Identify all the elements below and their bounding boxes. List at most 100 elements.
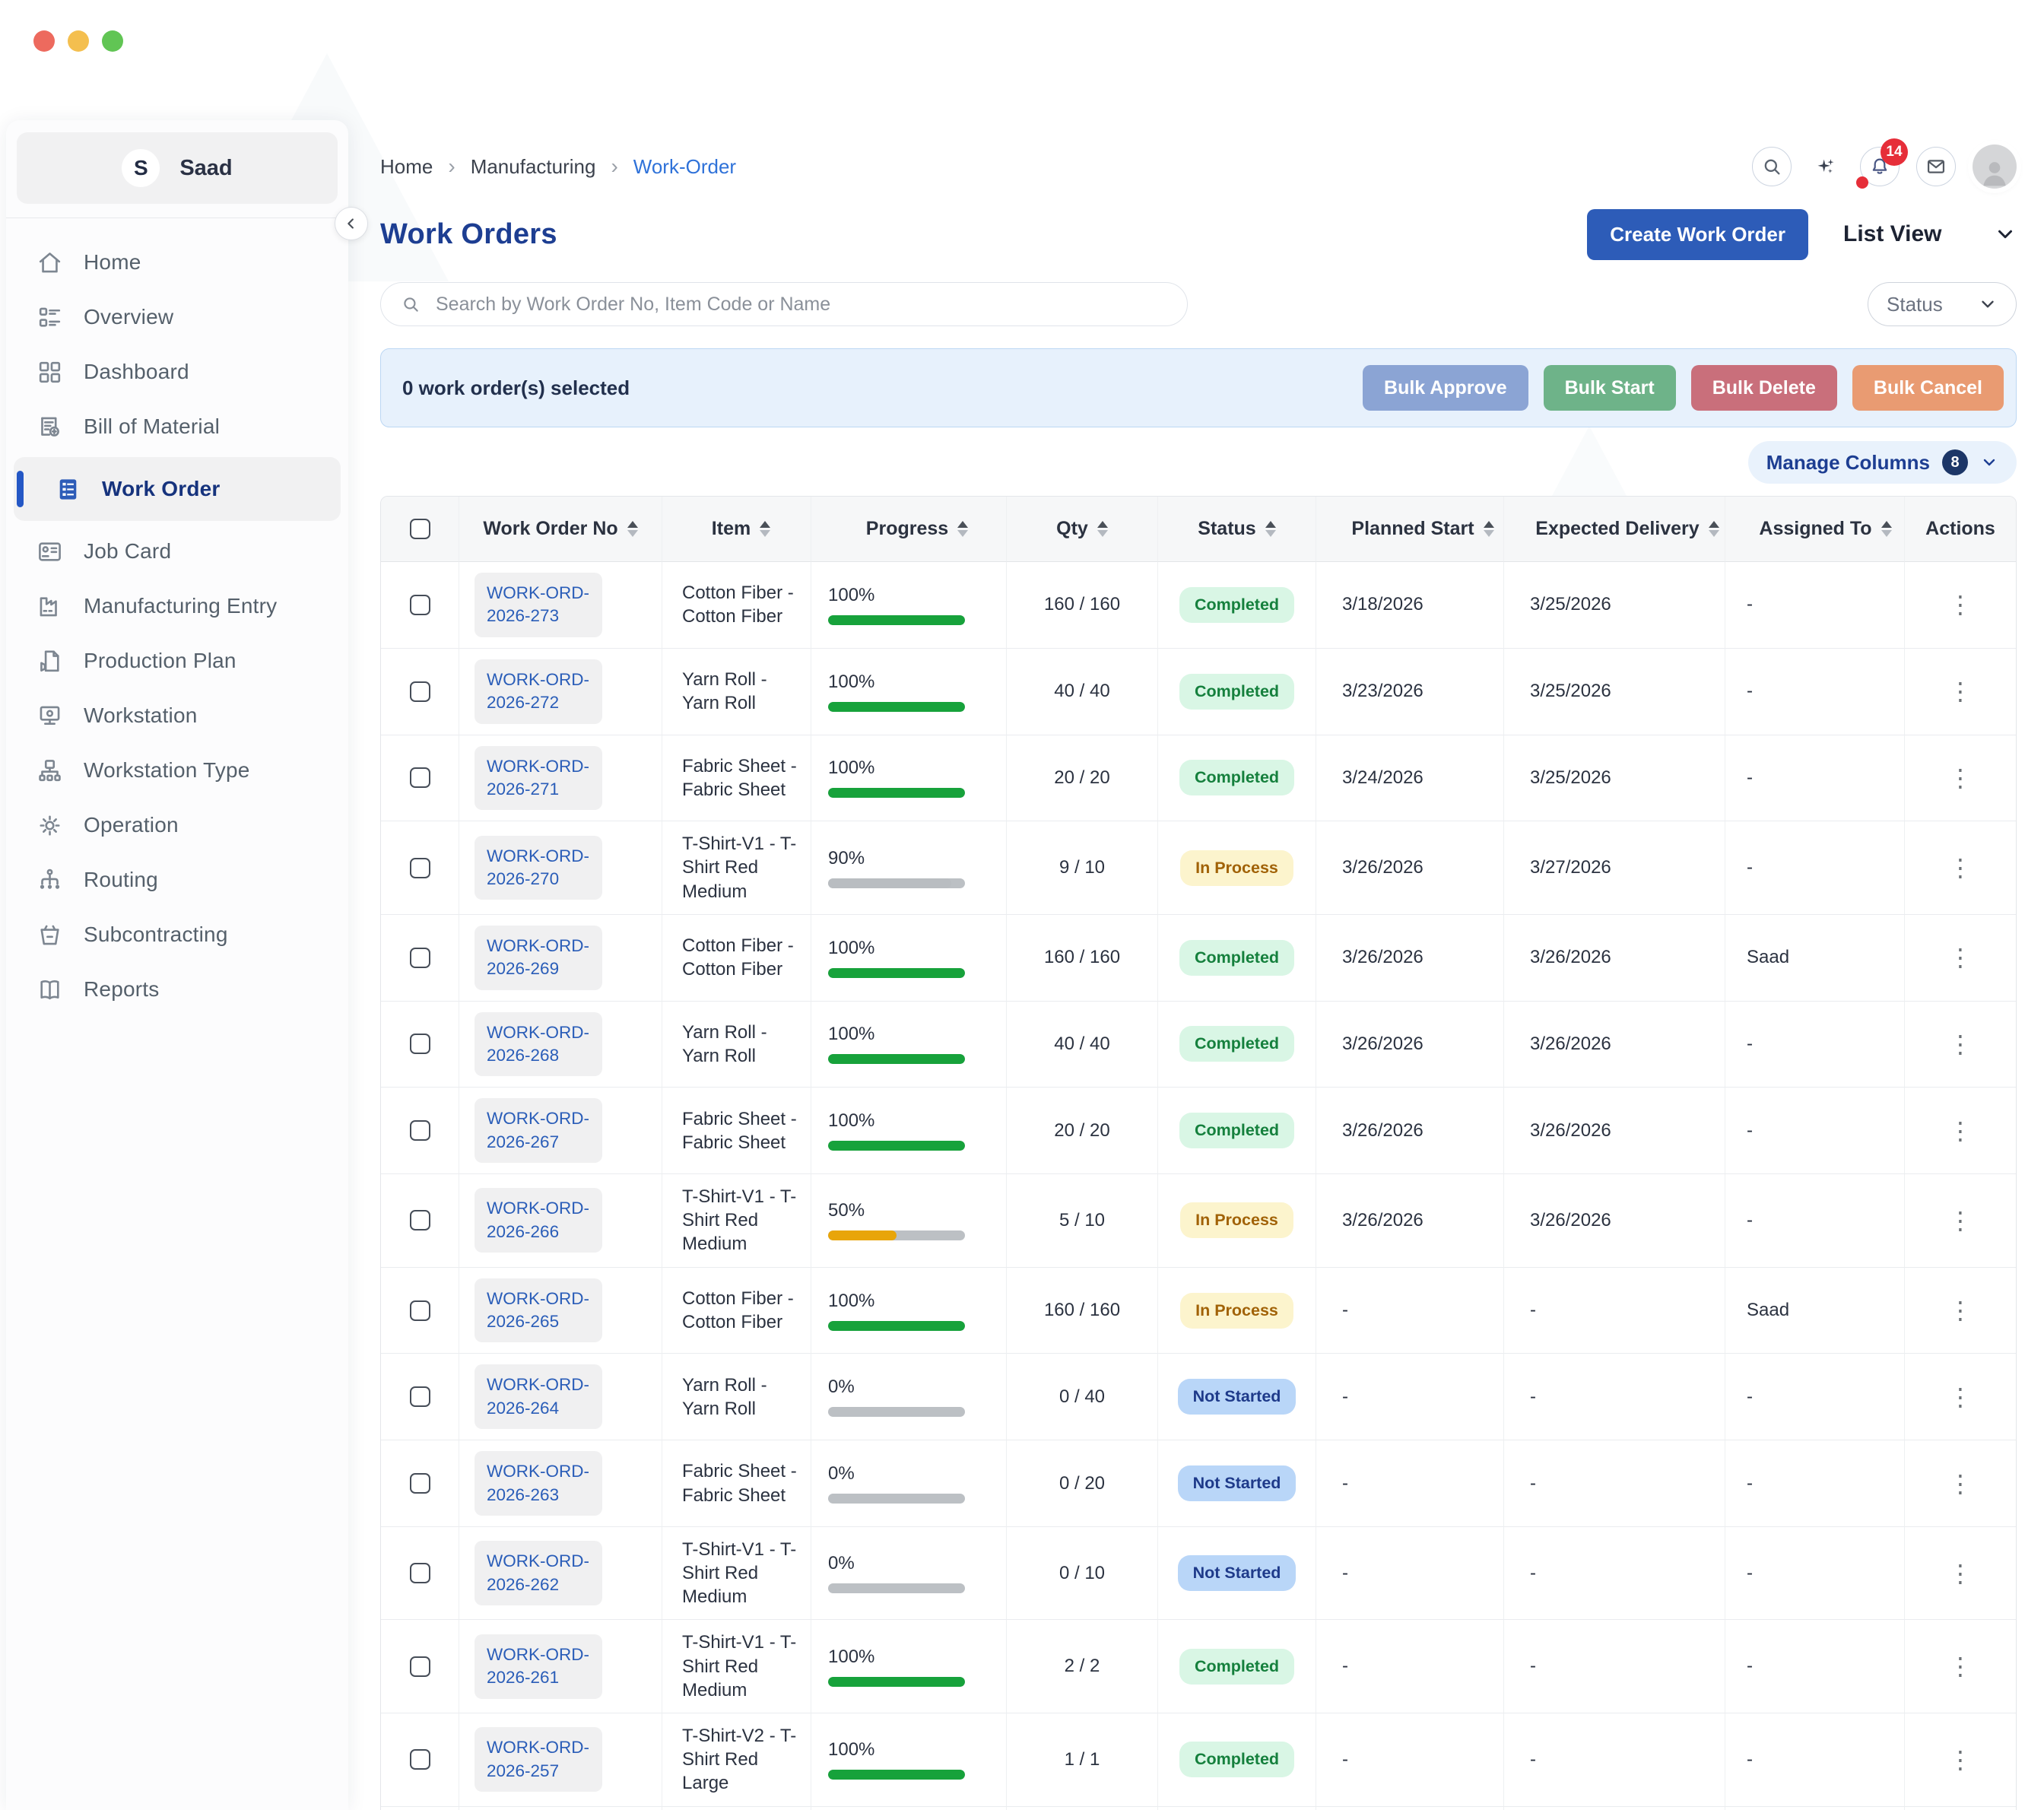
sort-icon[interactable] xyxy=(1265,521,1276,537)
row-actions-menu-button[interactable]: ⋮ xyxy=(1938,588,1983,621)
row-checkbox[interactable] xyxy=(410,1563,430,1583)
header-work-order-no: Work Order No xyxy=(459,497,662,562)
row-actions-menu-button[interactable]: ⋮ xyxy=(1938,1650,1983,1683)
sidebar-item-reports[interactable]: Reports xyxy=(6,962,348,1017)
sort-icon[interactable] xyxy=(627,521,638,537)
actions-cell: ⋮ xyxy=(1905,562,2016,649)
row-actions-menu-button[interactable]: ⋮ xyxy=(1938,675,1983,708)
work-order-link[interactable]: WORK-ORD-2026-269 xyxy=(474,926,602,990)
row-checkbox[interactable] xyxy=(410,1749,430,1770)
work-order-link[interactable]: WORK-ORD-2026-267 xyxy=(474,1098,602,1163)
select-all-checkbox[interactable] xyxy=(410,519,430,539)
sidebar-collapse-button[interactable] xyxy=(335,207,368,240)
item-cell: Yarn Roll - Yarn Roll xyxy=(662,1002,811,1088)
row-checkbox[interactable] xyxy=(410,767,430,788)
item-cell: T-Shirt-V2 - T-Shirt Red Large xyxy=(662,1713,811,1807)
work-order-link[interactable]: WORK-ORD-2026-273 xyxy=(474,573,602,637)
status-cell: Completed xyxy=(1158,1807,1316,1810)
manage-columns-button[interactable]: Manage Columns 8 xyxy=(1748,441,2017,484)
work-order-link[interactable]: WORK-ORD-2026-262 xyxy=(474,1541,602,1605)
status-badge: In Process xyxy=(1180,1202,1293,1238)
user-avatar[interactable] xyxy=(1973,144,2017,189)
row-actions-menu-button[interactable]: ⋮ xyxy=(1938,761,1983,795)
row-checkbox[interactable] xyxy=(410,858,430,878)
sort-icon[interactable] xyxy=(1097,521,1108,537)
row-actions-menu-button[interactable]: ⋮ xyxy=(1938,1743,1983,1777)
row-checkbox[interactable] xyxy=(410,948,430,968)
row-select-cell xyxy=(381,915,459,1002)
progress-cell: 100% xyxy=(811,1713,1007,1807)
row-checkbox[interactable] xyxy=(410,595,430,615)
messages-button[interactable] xyxy=(1916,147,1956,186)
row-checkbox[interactable] xyxy=(410,1300,430,1321)
search-button[interactable] xyxy=(1752,147,1792,186)
sort-icon[interactable] xyxy=(1881,521,1892,537)
assigned-to-value: - xyxy=(1747,1749,1753,1770)
row-checkbox[interactable] xyxy=(410,1473,430,1494)
work-order-link[interactable]: WORK-ORD-2026-271 xyxy=(474,746,602,811)
row-actions-menu-button[interactable]: ⋮ xyxy=(1938,1027,1983,1061)
sidebar-item-production-plan[interactable]: Production Plan xyxy=(6,634,348,688)
row-actions-menu-button[interactable]: ⋮ xyxy=(1938,1467,1983,1500)
sort-icon[interactable] xyxy=(760,521,770,537)
row-actions-menu-button[interactable]: ⋮ xyxy=(1938,1204,1983,1237)
work-order-link[interactable]: WORK-ORD-2026-263 xyxy=(474,1451,602,1516)
work-order-link[interactable]: WORK-ORD-2026-268 xyxy=(474,1012,602,1077)
row-actions-menu-button[interactable]: ⋮ xyxy=(1938,1114,1983,1148)
work-order-link[interactable]: WORK-ORD-2026-264 xyxy=(474,1364,602,1429)
sort-icon[interactable] xyxy=(1484,521,1494,537)
sidebar-item-workstation-type[interactable]: Workstation Type xyxy=(6,743,348,798)
row-checkbox[interactable] xyxy=(410,1210,430,1230)
sidebar-item-job-card[interactable]: Job Card xyxy=(6,524,348,579)
progress-bar xyxy=(828,968,965,978)
bill-of-material-icon xyxy=(35,412,64,441)
bulk-delete-button[interactable]: Bulk Delete xyxy=(1691,365,1837,411)
work-order-link[interactable]: WORK-ORD-2026-266 xyxy=(474,1188,602,1253)
sidebar-item-workstation[interactable]: Workstation xyxy=(6,688,348,743)
row-checkbox[interactable] xyxy=(410,1656,430,1677)
zoom-button[interactable] xyxy=(102,30,123,52)
row-checkbox[interactable] xyxy=(410,681,430,702)
bulk-start-button[interactable]: Bulk Start xyxy=(1544,365,1676,411)
ai-assistant-button[interactable] xyxy=(1808,147,1843,186)
search-input[interactable] xyxy=(436,294,1167,316)
row-actions-menu-button[interactable]: ⋮ xyxy=(1938,1294,1983,1327)
row-checkbox[interactable] xyxy=(410,1386,430,1407)
sort-icon[interactable] xyxy=(957,521,968,537)
row-actions-menu-button[interactable]: ⋮ xyxy=(1938,941,1983,974)
sidebar-item-routing[interactable]: Routing xyxy=(6,853,348,907)
sidebar-item-home[interactable]: Home xyxy=(6,235,348,290)
bulk-cancel-button[interactable]: Bulk Cancel xyxy=(1852,365,2004,411)
create-work-order-button[interactable]: Create Work Order xyxy=(1587,209,1808,260)
minimize-button[interactable] xyxy=(68,30,89,52)
work-order-link[interactable]: WORK-ORD-2026-261 xyxy=(474,1634,602,1699)
assigned-to-value: - xyxy=(1747,1034,1753,1055)
close-button[interactable] xyxy=(33,30,55,52)
notifications-button[interactable]: 14 xyxy=(1860,147,1900,186)
view-selector[interactable]: List View xyxy=(1843,221,2017,247)
status-badge: Completed xyxy=(1179,1742,1294,1777)
sidebar-item-dashboard[interactable]: Dashboard xyxy=(6,345,348,399)
progress-cell: 100% xyxy=(811,915,1007,1002)
sidebar-item-manufacturing-entry[interactable]: Manufacturing Entry xyxy=(6,579,348,634)
bulk-approve-button[interactable]: Bulk Approve xyxy=(1363,365,1528,411)
status-filter[interactable]: Status xyxy=(1868,282,2017,326)
work-order-link[interactable]: WORK-ORD-2026-257 xyxy=(474,1727,602,1792)
row-actions-menu-button[interactable]: ⋮ xyxy=(1938,1557,1983,1590)
sort-icon[interactable] xyxy=(1709,521,1719,537)
row-actions-menu-button[interactable]: ⋮ xyxy=(1938,1380,1983,1414)
row-checkbox[interactable] xyxy=(410,1120,430,1141)
row-checkbox[interactable] xyxy=(410,1034,430,1054)
row-actions-menu-button[interactable]: ⋮ xyxy=(1938,851,1983,884)
sidebar-item-bill-of-material[interactable]: Bill of Material xyxy=(6,399,348,454)
work-order-link[interactable]: WORK-ORD-2026-270 xyxy=(474,836,602,900)
work-order-link[interactable]: WORK-ORD-2026-272 xyxy=(474,659,602,724)
profile-card[interactable]: S Saad xyxy=(17,132,338,204)
sidebar-item-subcontracting[interactable]: Subcontracting xyxy=(6,907,348,962)
breadcrumb-home[interactable]: Home xyxy=(380,155,433,179)
sidebar-item-work-order[interactable]: Work Order xyxy=(14,457,341,521)
sidebar-item-operation[interactable]: Operation xyxy=(6,798,348,853)
breadcrumb-manufacturing[interactable]: Manufacturing xyxy=(471,155,596,179)
work-order-link[interactable]: WORK-ORD-2026-265 xyxy=(474,1278,602,1343)
sidebar-item-overview[interactable]: Overview xyxy=(6,290,348,345)
